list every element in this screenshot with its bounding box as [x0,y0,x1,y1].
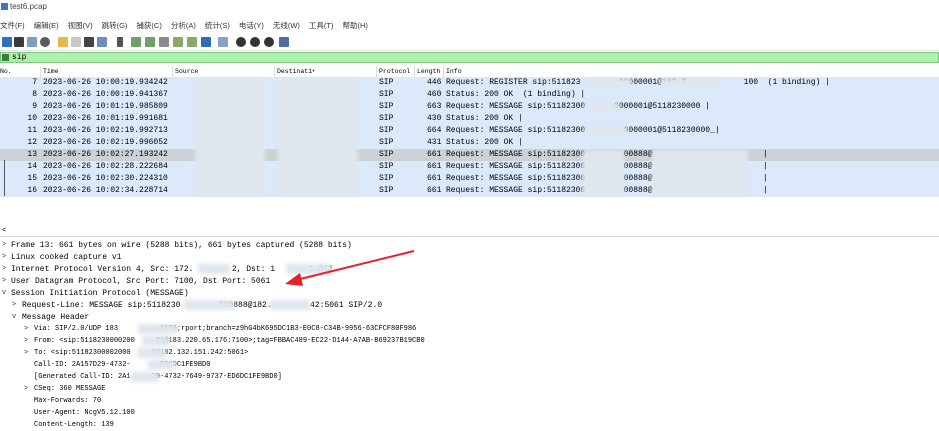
red-annotation-arrowhead [285,273,303,286]
annotation-overlay [285,250,415,286]
red-annotation-arrow-line [291,250,415,282]
